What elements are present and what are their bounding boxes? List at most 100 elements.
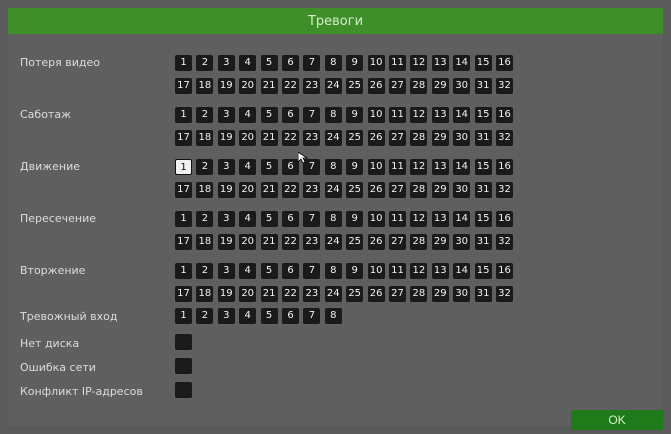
channel-checkbox[interactable]: 32 bbox=[496, 130, 513, 146]
channel-checkbox[interactable]: 30 bbox=[453, 286, 471, 302]
channel-checkbox[interactable]: 11 bbox=[389, 159, 406, 175]
channel-checkbox[interactable]: 3 bbox=[217, 107, 235, 123]
channel-checkbox[interactable]: 16 bbox=[496, 263, 513, 279]
channel-checkbox[interactable]: 19 bbox=[217, 78, 235, 94]
channel-checkbox[interactable]: 19 bbox=[217, 234, 235, 250]
channel-checkbox[interactable]: 20 bbox=[239, 78, 257, 94]
channel-checkbox[interactable]: 27 bbox=[389, 130, 406, 146]
channel-checkbox[interactable]: 2 bbox=[196, 263, 214, 279]
channel-checkbox[interactable]: 25 bbox=[346, 130, 364, 146]
channel-checkbox[interactable]: 15 bbox=[474, 263, 492, 279]
channel-checkbox[interactable]: 23 bbox=[303, 234, 321, 250]
channel-checkbox[interactable]: 24 bbox=[324, 286, 342, 302]
channel-checkbox[interactable]: 29 bbox=[431, 182, 449, 198]
channel-checkbox[interactable]: 23 bbox=[303, 286, 321, 302]
channel-checkbox[interactable]: 14 bbox=[453, 107, 471, 123]
channel-checkbox[interactable]: 30 bbox=[453, 234, 471, 250]
channel-checkbox[interactable]: 6 bbox=[282, 107, 299, 123]
channel-checkbox[interactable]: 9 bbox=[346, 107, 364, 123]
channel-checkbox[interactable]: 5 bbox=[260, 263, 278, 279]
channel-checkbox[interactable]: 5 bbox=[260, 211, 278, 227]
channel-checkbox[interactable]: 10 bbox=[367, 159, 385, 175]
channel-checkbox[interactable]: 18 bbox=[196, 130, 214, 146]
channel-checkbox[interactable]: 8 bbox=[324, 211, 342, 227]
channel-checkbox[interactable]: 2 bbox=[196, 107, 214, 123]
channel-checkbox[interactable]: 21 bbox=[260, 130, 278, 146]
channel-checkbox[interactable]: 32 bbox=[496, 234, 513, 250]
channel-checkbox[interactable]: 15 bbox=[474, 55, 492, 71]
channel-checkbox[interactable]: 17 bbox=[175, 182, 192, 198]
channel-checkbox[interactable]: 17 bbox=[175, 130, 192, 146]
alarm-input-checkbox[interactable]: 4 bbox=[239, 308, 257, 324]
channel-checkbox[interactable]: 27 bbox=[389, 286, 406, 302]
channel-checkbox[interactable]: 7 bbox=[303, 107, 321, 123]
channel-checkbox[interactable]: 5 bbox=[260, 107, 278, 123]
channel-checkbox[interactable]: 23 bbox=[303, 182, 321, 198]
channel-checkbox[interactable]: 28 bbox=[410, 130, 428, 146]
channel-checkbox[interactable]: 19 bbox=[217, 286, 235, 302]
channel-checkbox[interactable]: 23 bbox=[303, 78, 321, 94]
channel-checkbox[interactable]: 10 bbox=[367, 107, 385, 123]
channel-checkbox[interactable]: 13 bbox=[431, 107, 449, 123]
channel-checkbox[interactable]: 3 bbox=[217, 55, 235, 71]
channel-checkbox[interactable]: 15 bbox=[474, 211, 492, 227]
toggle-checkbox[interactable] bbox=[175, 358, 192, 374]
alarm-input-checkbox[interactable]: 2 bbox=[196, 308, 214, 324]
channel-checkbox[interactable]: 25 bbox=[346, 286, 364, 302]
channel-checkbox[interactable]: 20 bbox=[239, 286, 257, 302]
channel-checkbox[interactable]: 28 bbox=[410, 182, 428, 198]
channel-checkbox[interactable]: 25 bbox=[346, 78, 364, 94]
channel-checkbox[interactable]: 10 bbox=[367, 263, 385, 279]
channel-checkbox[interactable]: 2 bbox=[196, 211, 214, 227]
channel-checkbox[interactable]: 13 bbox=[431, 55, 449, 71]
channel-checkbox[interactable]: 3 bbox=[217, 263, 235, 279]
channel-checkbox[interactable]: 1 bbox=[175, 159, 192, 175]
alarm-input-checkbox[interactable]: 8 bbox=[324, 308, 342, 324]
channel-checkbox[interactable]: 20 bbox=[239, 130, 257, 146]
channel-checkbox[interactable]: 14 bbox=[453, 159, 471, 175]
channel-checkbox[interactable]: 18 bbox=[196, 182, 214, 198]
channel-checkbox[interactable]: 23 bbox=[303, 130, 321, 146]
channel-checkbox[interactable]: 13 bbox=[431, 159, 449, 175]
channel-checkbox[interactable]: 7 bbox=[303, 263, 321, 279]
channel-checkbox[interactable]: 5 bbox=[260, 55, 278, 71]
channel-checkbox[interactable]: 27 bbox=[389, 78, 406, 94]
channel-checkbox[interactable]: 29 bbox=[431, 130, 449, 146]
channel-checkbox[interactable]: 32 bbox=[496, 78, 513, 94]
channel-checkbox[interactable]: 4 bbox=[239, 107, 257, 123]
channel-checkbox[interactable]: 29 bbox=[431, 234, 449, 250]
channel-checkbox[interactable]: 9 bbox=[346, 159, 364, 175]
channel-checkbox[interactable]: 14 bbox=[453, 211, 471, 227]
channel-checkbox[interactable]: 19 bbox=[217, 182, 235, 198]
channel-checkbox[interactable]: 26 bbox=[367, 78, 385, 94]
channel-checkbox[interactable]: 24 bbox=[324, 78, 342, 94]
alarm-input-checkbox[interactable]: 1 bbox=[175, 308, 192, 324]
channel-checkbox[interactable]: 16 bbox=[496, 55, 513, 71]
channel-checkbox[interactable]: 21 bbox=[260, 234, 278, 250]
channel-checkbox[interactable]: 21 bbox=[260, 182, 278, 198]
alarm-input-checkbox[interactable]: 6 bbox=[282, 308, 299, 324]
channel-checkbox[interactable]: 8 bbox=[324, 159, 342, 175]
channel-checkbox[interactable]: 15 bbox=[474, 159, 492, 175]
channel-checkbox[interactable]: 9 bbox=[346, 263, 364, 279]
channel-checkbox[interactable]: 6 bbox=[282, 159, 299, 175]
channel-checkbox[interactable]: 10 bbox=[367, 211, 385, 227]
channel-checkbox[interactable]: 17 bbox=[175, 234, 192, 250]
channel-checkbox[interactable]: 13 bbox=[431, 263, 449, 279]
channel-checkbox[interactable]: 20 bbox=[239, 234, 257, 250]
channel-checkbox[interactable]: 22 bbox=[282, 182, 299, 198]
channel-checkbox[interactable]: 14 bbox=[453, 263, 471, 279]
channel-checkbox[interactable]: 3 bbox=[217, 159, 235, 175]
channel-checkbox[interactable]: 12 bbox=[410, 107, 428, 123]
channel-checkbox[interactable]: 31 bbox=[474, 182, 492, 198]
channel-checkbox[interactable]: 26 bbox=[367, 286, 385, 302]
channel-checkbox[interactable]: 5 bbox=[260, 159, 278, 175]
channel-checkbox[interactable]: 30 bbox=[453, 182, 471, 198]
channel-checkbox[interactable]: 32 bbox=[496, 286, 513, 302]
channel-checkbox[interactable]: 31 bbox=[474, 234, 492, 250]
channel-checkbox[interactable]: 21 bbox=[260, 78, 278, 94]
channel-checkbox[interactable]: 10 bbox=[367, 55, 385, 71]
channel-checkbox[interactable]: 11 bbox=[389, 211, 406, 227]
toggle-checkbox[interactable] bbox=[175, 382, 192, 398]
channel-checkbox[interactable]: 4 bbox=[239, 211, 257, 227]
